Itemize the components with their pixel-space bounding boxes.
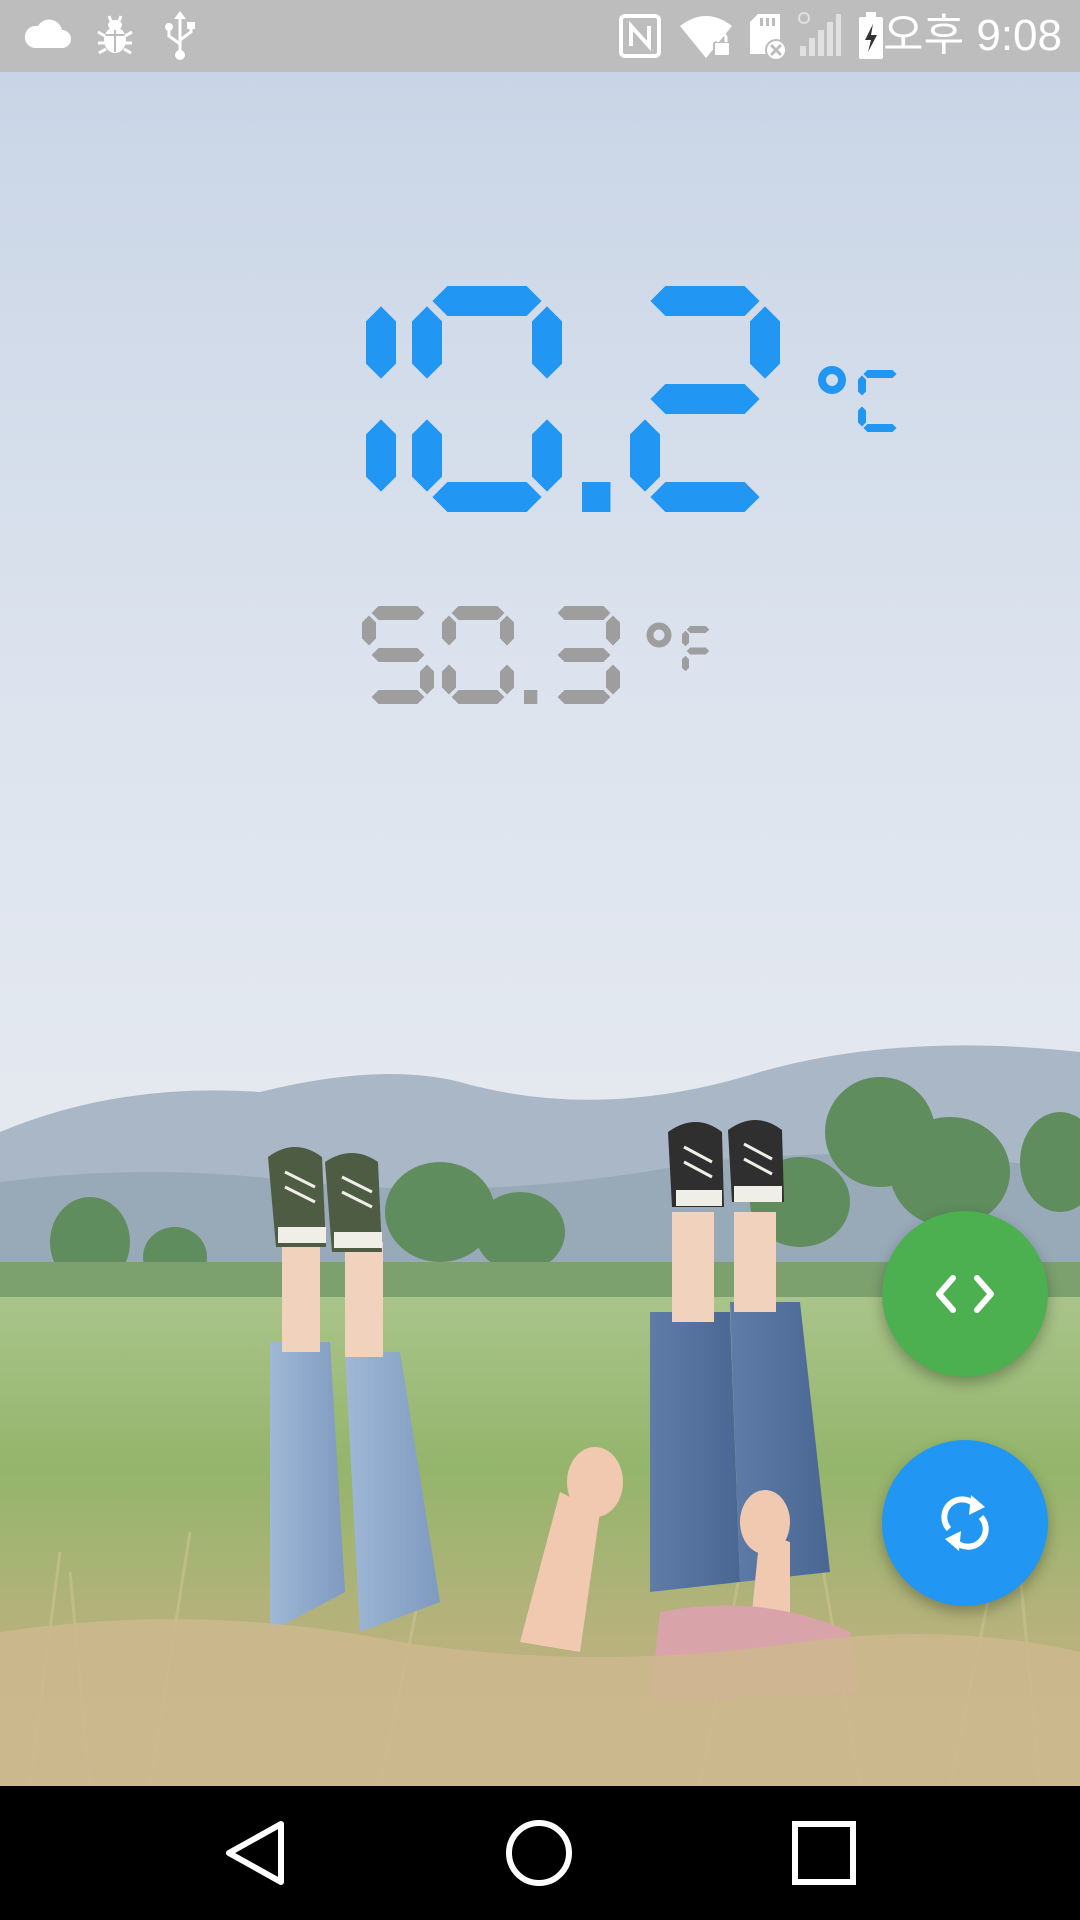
- segment-e: [630, 419, 660, 492]
- recents-icon: [792, 1821, 856, 1885]
- segment-g: [557, 648, 611, 662]
- cellular-signal-icon: [796, 10, 842, 62]
- segment-f: [682, 630, 689, 647]
- back-button[interactable]: [206, 1808, 306, 1898]
- segment-b: [750, 306, 780, 379]
- celsius-readout: 10.2 °C: [246, 286, 897, 516]
- segment-d: [863, 424, 897, 432]
- segment-f: [858, 375, 866, 396]
- digit-2: [630, 286, 780, 512]
- segment-b: [606, 615, 620, 646]
- recents-button[interactable]: [774, 1808, 874, 1898]
- segment-e: [412, 419, 442, 492]
- usb-icon: [162, 10, 198, 62]
- segment-b: [366, 306, 396, 379]
- segment-f: [362, 615, 376, 646]
- segment-b: [500, 615, 514, 646]
- segment-g: [650, 384, 760, 414]
- segment-c: [606, 664, 620, 695]
- digit-0: [412, 286, 562, 512]
- degree-symbol: [818, 366, 846, 394]
- bug-icon: [96, 10, 134, 62]
- status-bar: 오후 9:08: [0, 0, 1080, 72]
- segment-a: [863, 370, 897, 378]
- segment-e: [858, 406, 866, 427]
- segment-d: [451, 690, 505, 704]
- code-swap-icon: [936, 1275, 994, 1313]
- digit-5: [362, 606, 434, 704]
- segment-e: [442, 664, 456, 695]
- segment-c: [366, 419, 396, 492]
- segment-d: [650, 482, 760, 512]
- fahrenheit-readout: 50.3 °F: [362, 606, 742, 716]
- segment-f: [442, 615, 456, 646]
- status-time: 오후 9:08: [883, 11, 1062, 60]
- segment-b: [532, 306, 562, 379]
- cloud-icon: [22, 10, 72, 62]
- wifi-lock-icon: [678, 10, 734, 62]
- segment-a: [432, 286, 542, 316]
- home-button[interactable]: [489, 1808, 589, 1898]
- back-icon: [226, 1821, 284, 1885]
- segment-f: [412, 306, 442, 379]
- app-screen: 오후 9:08: [0, 0, 1080, 1920]
- segment-d: [371, 690, 425, 704]
- digit-0: [442, 606, 514, 704]
- segment-a: [686, 626, 710, 633]
- digit-3: [557, 606, 620, 704]
- segment-a: [557, 606, 611, 620]
- segment-g: [371, 648, 425, 662]
- fahrenheit-seven-segment: [362, 606, 710, 704]
- refresh-button[interactable]: [882, 1440, 1048, 1606]
- sd-card-error-icon: [746, 10, 788, 62]
- refresh-icon: [941, 1495, 989, 1551]
- decimal-point: [524, 690, 538, 704]
- segment-a: [451, 606, 505, 620]
- unit-letter-F: [682, 626, 710, 672]
- digit-1: [366, 306, 396, 492]
- segment-a: [650, 286, 760, 316]
- segment-a: [371, 606, 425, 620]
- navigation-bar: [0, 1786, 1080, 1920]
- home-icon: [506, 1820, 572, 1886]
- segment-g: [686, 647, 710, 655]
- segment-d: [557, 690, 611, 704]
- swap-units-button[interactable]: [882, 1211, 1048, 1377]
- segment-e: [682, 655, 689, 672]
- segment-c: [420, 664, 434, 695]
- segment-c: [500, 664, 514, 695]
- battery-charging-icon: [856, 10, 886, 62]
- degree-symbol: [646, 622, 672, 648]
- celsius-seven-segment: [366, 286, 897, 512]
- segment-d: [432, 482, 542, 512]
- decimal-point: [582, 482, 611, 512]
- segment-c: [532, 419, 562, 492]
- nfc-icon: [618, 10, 662, 62]
